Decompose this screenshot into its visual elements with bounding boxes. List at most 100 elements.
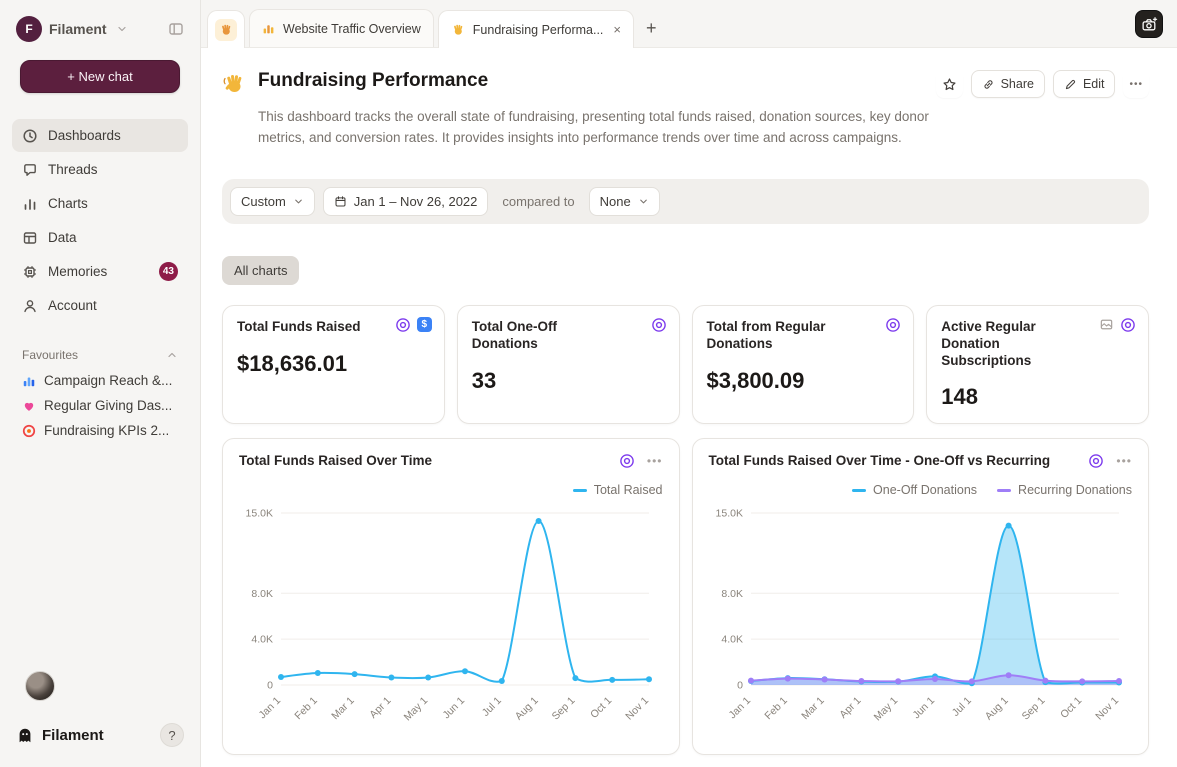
filter-bar: Custom Jan 1 – Nov 26, 2022 compared to … bbox=[222, 179, 1149, 224]
frame-icon[interactable] bbox=[1099, 317, 1114, 332]
tab-website-traffic-overview[interactable]: Website Traffic Overview bbox=[249, 9, 434, 47]
sidebar-item-threads[interactable]: Threads bbox=[12, 153, 188, 186]
svg-text:Apr 1: Apr 1 bbox=[837, 695, 863, 721]
wave-hand-icon bbox=[451, 23, 465, 37]
collapse-sidebar-icon[interactable] bbox=[166, 19, 186, 39]
svg-text:8.0K: 8.0K bbox=[251, 588, 273, 600]
screenshot-camera-button[interactable] bbox=[1135, 10, 1163, 38]
workspace-name: Filament bbox=[49, 21, 107, 37]
svg-text:Oct 1: Oct 1 bbox=[1058, 695, 1084, 721]
nav-label: Dashboards bbox=[48, 128, 121, 143]
footer-brand: Filament bbox=[42, 727, 104, 744]
svg-text:Aug 1: Aug 1 bbox=[982, 695, 1010, 723]
legend-dash bbox=[852, 489, 866, 492]
all-charts-chip[interactable]: All charts bbox=[222, 256, 299, 285]
edit-button[interactable]: Edit bbox=[1053, 70, 1116, 98]
chart-more-button[interactable]: ••• bbox=[1116, 454, 1132, 468]
page-title: Fundraising Performance bbox=[258, 70, 488, 92]
insight-icon[interactable] bbox=[619, 453, 635, 469]
svg-text:Sep 1: Sep 1 bbox=[1019, 695, 1047, 723]
nav-label: Threads bbox=[48, 162, 98, 177]
sidebar-item-dashboards[interactable]: Dashboards bbox=[12, 119, 188, 152]
chart-title: Total Funds Raised Over Time bbox=[239, 453, 432, 468]
legend-item: One-Off Donations bbox=[852, 483, 977, 497]
chevron-down-icon bbox=[638, 196, 649, 207]
range-type-value: Custom bbox=[241, 194, 286, 209]
kpi-card-total-one-off-donations[interactable]: Total One-Off Donations 33 bbox=[457, 305, 680, 425]
svg-text:4.0K: 4.0K bbox=[251, 634, 273, 646]
chart-more-button[interactable]: ••• bbox=[647, 454, 663, 468]
help-button[interactable]: ? bbox=[160, 723, 184, 747]
range-type-select[interactable]: Custom bbox=[230, 187, 315, 216]
svg-text:Jul 1: Jul 1 bbox=[949, 695, 973, 719]
share-label: Share bbox=[1001, 77, 1034, 91]
svg-text:Jan 1: Jan 1 bbox=[256, 695, 283, 722]
svg-text:0: 0 bbox=[267, 680, 273, 692]
svg-text:Jan 1: Jan 1 bbox=[726, 695, 753, 722]
chevron-down-icon[interactable] bbox=[116, 23, 128, 35]
kpi-card-active-subscriptions[interactable]: Active Regular Donation Subscriptions 14… bbox=[926, 305, 1149, 425]
calendar-icon bbox=[334, 195, 347, 208]
user-avatar[interactable] bbox=[25, 671, 55, 701]
bar-chart-icon bbox=[22, 196, 38, 212]
svg-text:Feb 1: Feb 1 bbox=[292, 695, 320, 723]
insight-icon[interactable] bbox=[395, 317, 411, 333]
sidebar-item-memories[interactable]: Memories 43 bbox=[12, 255, 188, 288]
date-range-button[interactable]: Jan 1 – Nov 26, 2022 bbox=[323, 187, 489, 216]
legend-dash bbox=[573, 489, 587, 492]
compare-select[interactable]: None bbox=[589, 187, 660, 216]
tab-fundraising-performance[interactable]: Fundraising Performa... × bbox=[438, 10, 634, 48]
compared-to-label: compared to bbox=[502, 194, 574, 209]
sidebar: F Filament + New chat Dashboards Threads… bbox=[0, 0, 201, 767]
page-description: This dashboard tracks the overall state … bbox=[258, 107, 958, 149]
kpi-title: Total One-Off Donations bbox=[472, 319, 665, 353]
sidebar-item-charts[interactable]: Charts bbox=[12, 187, 188, 220]
dashboard-content: Fundraising Performance Share bbox=[201, 48, 1177, 767]
insight-icon[interactable] bbox=[1088, 453, 1104, 469]
favourites-label: Favourites bbox=[22, 348, 78, 362]
table-icon bbox=[22, 230, 38, 246]
favourite-star-button[interactable] bbox=[936, 70, 963, 98]
bar-chart-color-icon bbox=[22, 374, 36, 388]
svg-text:Mar 1: Mar 1 bbox=[799, 695, 827, 723]
svg-text:Mar 1: Mar 1 bbox=[329, 695, 357, 723]
close-tab-icon[interactable]: × bbox=[611, 22, 621, 37]
sidebar-item-account[interactable]: Account bbox=[12, 289, 188, 322]
compare-value: None bbox=[600, 194, 631, 209]
svg-text:May 1: May 1 bbox=[402, 695, 431, 724]
svg-text:Apr 1: Apr 1 bbox=[367, 695, 393, 721]
chevron-down-icon bbox=[293, 196, 304, 207]
new-chat-button[interactable]: + New chat bbox=[20, 60, 180, 93]
kpi-value: 33 bbox=[472, 368, 665, 394]
kpi-value: 148 bbox=[941, 384, 1134, 410]
nav-label: Charts bbox=[48, 196, 88, 211]
insight-icon[interactable] bbox=[1120, 317, 1136, 333]
favourites-header[interactable]: Favourites bbox=[22, 348, 178, 362]
line-chart[interactable]: 04.0K8.0K15.0KJan 1Feb 1Mar 1Apr 1May 1J… bbox=[239, 501, 663, 739]
tab-pinned-home[interactable] bbox=[207, 10, 245, 48]
share-button[interactable]: Share bbox=[971, 70, 1045, 98]
svg-text:Jul 1: Jul 1 bbox=[480, 695, 504, 719]
more-options-button[interactable]: ••• bbox=[1123, 70, 1149, 98]
tab-bar: Website Traffic Overview Fundraising Per… bbox=[201, 0, 1177, 48]
favourite-label: Fundraising KPIs 2... bbox=[44, 423, 169, 438]
kpi-card-total-funds-raised[interactable]: $ Total Funds Raised $18,636.01 bbox=[222, 305, 445, 425]
favourite-item-campaign-reach[interactable]: Campaign Reach &... bbox=[12, 368, 188, 393]
favourite-item-fundraising-kpis[interactable]: Fundraising KPIs 2... bbox=[12, 418, 188, 443]
favourite-item-regular-giving[interactable]: Regular Giving Das... bbox=[12, 393, 188, 418]
chart-legend: Total Raised bbox=[239, 483, 663, 497]
tab-label: Fundraising Performa... bbox=[473, 23, 604, 37]
chat-bubble-icon bbox=[22, 162, 38, 178]
insight-icon[interactable] bbox=[885, 317, 901, 333]
svg-text:Jun 1: Jun 1 bbox=[910, 695, 937, 722]
insight-icon[interactable] bbox=[651, 317, 667, 333]
chevron-up-icon[interactable] bbox=[166, 349, 178, 361]
new-tab-button[interactable]: + bbox=[646, 18, 657, 39]
tab-label: Website Traffic Overview bbox=[283, 22, 421, 36]
svg-text:4.0K: 4.0K bbox=[721, 634, 743, 646]
sidebar-item-data[interactable]: Data bbox=[12, 221, 188, 254]
kpi-card-total-regular-donations[interactable]: Total from Regular Donations $3,800.09 bbox=[692, 305, 915, 425]
area-chart[interactable]: 04.0K8.0K15.0KJan 1Feb 1Mar 1Apr 1May 1J… bbox=[709, 501, 1133, 739]
page-header-main: Fundraising Performance Share bbox=[258, 70, 1149, 149]
charts-grid: Total Funds Raised Over Time ••• Total R… bbox=[222, 438, 1149, 755]
